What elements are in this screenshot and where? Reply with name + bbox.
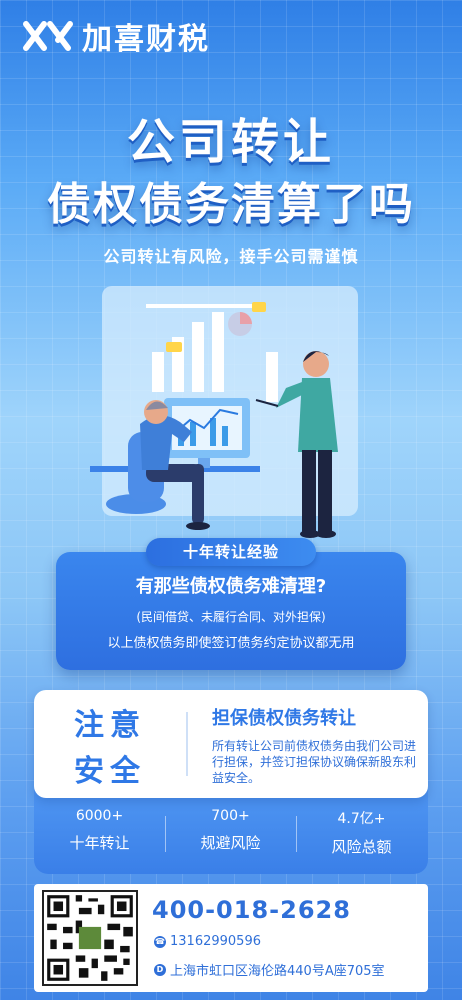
notice-big-line1: 注意	[74, 708, 146, 743]
stat-label: 风险总额	[331, 838, 392, 856]
qr-code-icon[interactable]	[42, 890, 138, 986]
location-icon: D	[154, 963, 166, 976]
question-card: 有那些债权债务难清理? (民间借贷、未履行合同、对外担保) 以上债权债务即使签订…	[56, 552, 406, 670]
brand-logo[interactable]: 加喜财税	[20, 14, 210, 58]
notice-card: 注意 安全 担保债权债务转让 所有转让公司前债权债务由我们公司进行担保，并签订担…	[34, 690, 428, 798]
stat-item: 700+ 规避风险	[165, 808, 296, 853]
business-illustration	[90, 286, 358, 538]
notice-divider	[186, 712, 188, 776]
stat-value: 6000+	[75, 808, 124, 824]
hero-subtitle: 公司转让有风险，接手公司需谨慎	[103, 247, 359, 266]
stat-value: 4.7亿+	[337, 811, 386, 827]
notice-big-line2: 安全	[74, 754, 146, 789]
stat-label: 规避风险	[200, 834, 261, 852]
brand-name: 加喜财税	[82, 22, 210, 57]
address-row: D 上海市虹口区海伦路440号A座705室	[154, 960, 385, 979]
hotline-number[interactable]: 400-018-2628	[152, 896, 351, 924]
phone-icon: ☎	[154, 935, 166, 948]
address-text: 上海市虹口区海伦路440号A座705室	[170, 964, 385, 979]
stat-item: 6000+ 十年转让	[34, 808, 165, 853]
stat-value: 700+	[211, 808, 250, 824]
notice-title: 担保债权债务转让	[212, 708, 356, 729]
question-examples: (民间借贷、未履行合同、对外担保)	[136, 610, 326, 624]
stat-item: 4.7亿+ 风险总额	[296, 808, 427, 857]
question-note: 以上债权债务即使签订债务约定协议都无用	[107, 636, 355, 651]
notice-body: 所有转让公司前债权债务由我们公司进行担保，并签订担保协议确保新股东利益安全。	[212, 739, 417, 785]
stats-panel: 6000+ 十年转让 700+ 规避风险 4.7亿+ 风险总额	[34, 790, 428, 874]
hero-title-line2: 债权债务清算了吗	[47, 179, 415, 230]
stat-label: 十年转让	[69, 834, 130, 852]
mobile-row[interactable]: ☎ 13162990596	[154, 934, 261, 949]
xj-monogram-icon	[23, 21, 73, 51]
contact-footer: 400-018-2628 ☎ 13162990596 D 上海市虹口区海伦路44…	[34, 884, 428, 992]
mobile-number: 13162990596	[170, 934, 261, 949]
question-title: 有那些债权债务难清理?	[135, 576, 327, 597]
experience-badge: 十年转让经验	[146, 538, 316, 566]
hero-title-line1: 公司转让	[126, 114, 335, 170]
